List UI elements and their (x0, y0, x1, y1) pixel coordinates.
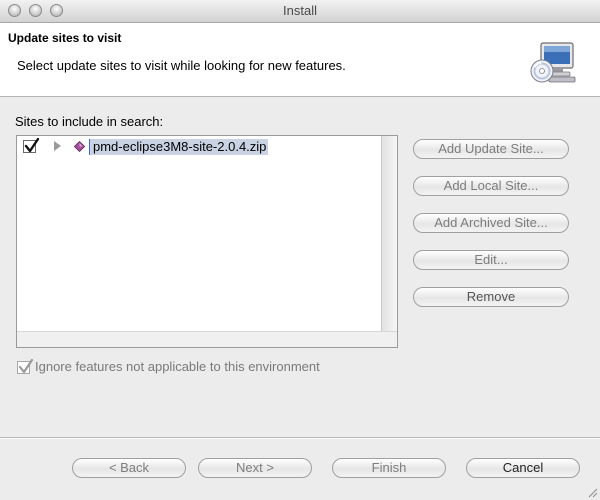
vertical-scrollbar[interactable] (381, 136, 397, 332)
page-description: Select update sites to visit while looki… (17, 58, 346, 73)
remove-button[interactable]: Remove (413, 287, 569, 307)
resize-grip-icon[interactable] (586, 486, 598, 498)
edit-button[interactable]: Edit... (413, 250, 569, 270)
finish-button[interactable]: Finish (332, 458, 446, 478)
add-update-site-button[interactable]: Add Update Site... (413, 139, 569, 159)
archive-site-icon (74, 141, 85, 152)
checkmark-icon (18, 359, 33, 374)
horizontal-scrollbar[interactable] (17, 331, 397, 347)
install-wizard-icon (530, 42, 576, 83)
sites-tree[interactable]: pmd-eclipse3M8-site-2.0.4.zip (16, 135, 398, 348)
title-bar[interactable]: Install (0, 0, 600, 23)
site-checkbox[interactable] (23, 138, 39, 153)
add-archived-site-button[interactable]: Add Archived Site... (413, 213, 569, 233)
site-row[interactable]: pmd-eclipse3M8-site-2.0.4.zip (17, 138, 377, 156)
cancel-button[interactable]: Cancel (466, 458, 580, 478)
wizard-header: Update sites to visit Select update site… (0, 23, 600, 97)
expand-arrow-icon[interactable] (54, 141, 61, 151)
add-local-site-button[interactable]: Add Local Site... (413, 176, 569, 196)
footer-separator (0, 437, 600, 439)
page-title: Update sites to visit (8, 31, 122, 45)
ignore-features-checkbox[interactable] (17, 359, 33, 374)
install-window: Install Update sites to visit Select upd… (0, 0, 600, 500)
checkmark-icon (24, 138, 39, 153)
window-title: Install (283, 3, 317, 18)
sites-section-label: Sites to include in search: (15, 114, 164, 129)
next-button[interactable]: Next > (198, 458, 312, 478)
ignore-features-label: Ignore features not applicable to this e… (35, 359, 320, 374)
back-button[interactable]: < Back (72, 458, 186, 478)
site-label[interactable]: pmd-eclipse3M8-site-2.0.4.zip (89, 139, 269, 155)
